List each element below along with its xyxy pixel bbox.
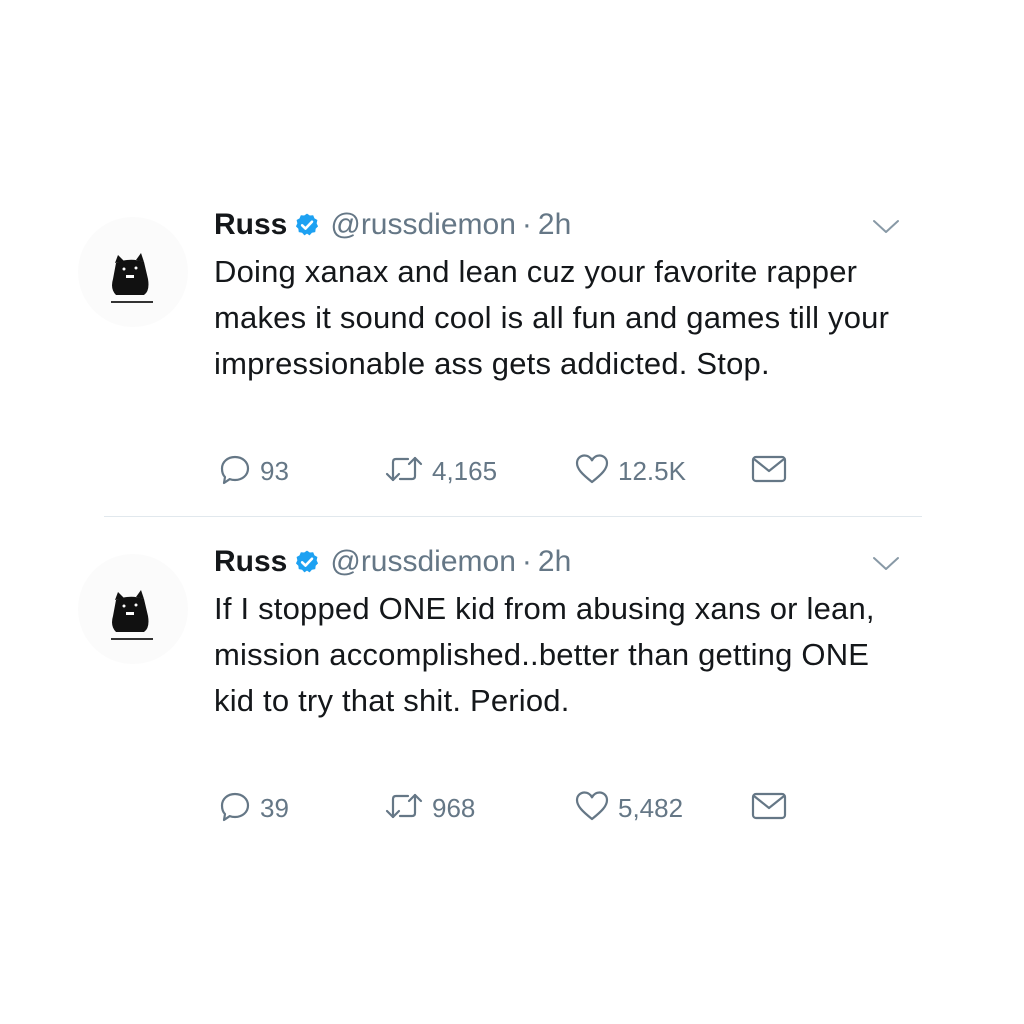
- direct-message-icon: [750, 790, 788, 827]
- tweet-header: Russ @russdiemon · 2h: [214, 540, 571, 584]
- tweet-divider: [104, 516, 922, 517]
- tweet-feed: Russ @russdiemon · 2h Doing xanax and le…: [0, 0, 1024, 1024]
- chevron-down-icon[interactable]: [870, 554, 902, 574]
- like-count: 5,482: [618, 792, 684, 823]
- reply-count: 39: [260, 792, 289, 823]
- avatar-bear-logo: [111, 590, 153, 640]
- separator-dot: ·: [521, 545, 532, 578]
- retweet-icon: [384, 791, 424, 826]
- avatar[interactable]: [78, 554, 188, 664]
- tweet-actions: 39 968 5,482: [214, 788, 834, 828]
- like-button[interactable]: 12.5K: [574, 451, 686, 491]
- direct-message-button[interactable]: [750, 788, 788, 828]
- retweet-icon: [384, 454, 424, 489]
- verified-badge-icon: [294, 212, 320, 238]
- like-heart-icon: [574, 452, 610, 491]
- user-handle[interactable]: @russdiemon: [330, 208, 516, 242]
- like-heart-icon: [574, 789, 610, 828]
- separator-dot: ·: [521, 208, 532, 241]
- user-handle[interactable]: @russdiemon: [330, 545, 516, 579]
- tweet-actions: 93 4,165 12.5K: [214, 451, 834, 491]
- direct-message-button[interactable]: [750, 451, 788, 491]
- direct-message-icon: [750, 453, 788, 490]
- reply-icon: [218, 452, 252, 491]
- like-button[interactable]: 5,482: [574, 788, 683, 828]
- verified-badge-icon: [294, 549, 320, 575]
- reply-count: 93: [260, 455, 289, 486]
- tweet-text: Doing xanax and lean cuz your favorite r…: [214, 254, 890, 381]
- retweet-button[interactable]: 4,165: [384, 451, 497, 491]
- reply-button[interactable]: 93: [218, 451, 289, 491]
- tweet-header: Russ @russdiemon · 2h: [214, 203, 571, 247]
- retweet-count: 968: [432, 792, 476, 823]
- display-name[interactable]: Russ: [214, 545, 287, 579]
- like-count: 12.5K: [618, 455, 686, 486]
- avatar-bear-logo: [111, 253, 153, 303]
- display-name[interactable]: Russ: [214, 208, 287, 242]
- reply-icon: [218, 789, 252, 828]
- retweet-button[interactable]: 968: [384, 788, 475, 828]
- chevron-down-icon[interactable]: [870, 217, 902, 237]
- timestamp[interactable]: 2h: [538, 208, 571, 242]
- tweet-text: If I stopped ONE kid from abusing xans o…: [214, 591, 875, 718]
- timestamp[interactable]: 2h: [538, 545, 571, 579]
- retweet-count: 4,165: [432, 455, 498, 486]
- avatar[interactable]: [78, 217, 188, 327]
- reply-button[interactable]: 39: [218, 788, 289, 828]
